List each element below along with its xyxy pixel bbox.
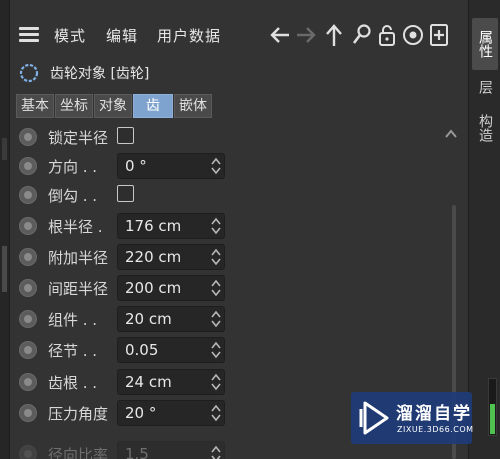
animate-toggle-icon[interactable] xyxy=(19,217,37,235)
spinner-arrows-icon[interactable] xyxy=(211,341,221,359)
property-label: 锁定半径 xyxy=(48,129,109,147)
animate-toggle-icon[interactable] xyxy=(19,404,37,422)
tab-teeth[interactable]: 齿 xyxy=(133,94,173,118)
spinner-arrows-icon[interactable] xyxy=(211,217,221,235)
property-field[interactable]: 220 cm xyxy=(117,244,225,270)
property-field[interactable]: 20 ° xyxy=(117,400,225,426)
object-header: 齿轮对象 [齿轮] xyxy=(10,60,468,86)
gear-icon xyxy=(19,63,39,83)
tab-object[interactable]: 对象 xyxy=(94,94,132,118)
tab-embed[interactable]: 嵌体 xyxy=(174,94,212,118)
animate-toggle-icon[interactable] xyxy=(19,186,37,204)
animate-toggle-icon[interactable] xyxy=(19,248,37,266)
property-row: 根半径 . 176 cm xyxy=(10,211,450,242)
property-label: 根半径 . xyxy=(48,218,103,236)
property-field[interactable]: 1.5 xyxy=(117,441,225,459)
tab-coordinates[interactable]: 坐标 xyxy=(55,94,93,118)
property-field[interactable]: 176 cm xyxy=(117,213,225,239)
side-tab-structure[interactable]: 构造 xyxy=(472,108,498,148)
property-value: 24 cm xyxy=(125,373,172,391)
property-field[interactable]: 0.05 xyxy=(117,337,225,363)
spinner-arrows-icon[interactable] xyxy=(211,404,221,422)
property-value: 0 ° xyxy=(125,157,147,175)
animate-toggle-icon[interactable] xyxy=(19,310,37,328)
property-field[interactable]: 200 cm xyxy=(117,275,225,301)
arrow-right-icon[interactable] xyxy=(294,22,318,48)
animate-toggle-icon[interactable] xyxy=(19,445,37,459)
animate-toggle-icon[interactable] xyxy=(19,128,37,146)
property-value: 1.5 xyxy=(125,445,149,459)
property-value: 220 cm xyxy=(125,248,182,266)
menu-bar: 模式 编辑 用户数据 xyxy=(10,16,468,54)
watermark-url: ZIXUE.3D66.COM xyxy=(397,425,474,434)
object-title: 齿轮对象 [齿轮] xyxy=(50,66,150,82)
property-value: 0.05 xyxy=(125,341,159,359)
property-value: 176 cm xyxy=(125,217,182,235)
property-label: 组件 . . xyxy=(48,311,98,329)
menu-mode[interactable]: 模式 xyxy=(54,25,86,46)
arrow-left-icon[interactable] xyxy=(268,22,292,48)
menu-edit[interactable]: 编辑 xyxy=(106,25,138,46)
side-tab-layers[interactable]: 层 xyxy=(472,76,498,98)
property-label: 方向 . . xyxy=(48,158,98,176)
spinner-arrows-icon[interactable] xyxy=(211,279,221,297)
property-value: 20 cm xyxy=(125,310,172,328)
property-label: 齿根 . . xyxy=(48,374,98,392)
property-label: 附加半径 xyxy=(48,249,109,267)
property-label: 间距半径 xyxy=(48,280,109,298)
property-label: 径节 . . xyxy=(48,342,98,360)
property-row: 径节 . . 0.05 xyxy=(10,335,450,366)
property-field[interactable]: 20 cm xyxy=(117,306,225,332)
spinner-arrows-icon[interactable] xyxy=(211,445,221,459)
animate-toggle-icon[interactable] xyxy=(19,341,37,359)
left-dock-strip xyxy=(0,0,10,459)
level-meter xyxy=(488,378,497,436)
watermark-logo: 溜溜自学 ZIXUE.3D66.COM xyxy=(351,392,474,444)
play-logo-icon xyxy=(357,399,391,437)
arrow-up-icon[interactable] xyxy=(322,22,346,48)
target-icon[interactable] xyxy=(401,22,425,48)
side-tab-attributes[interactable]: 属性 xyxy=(472,18,498,70)
property-value: 20 ° xyxy=(125,404,157,422)
property-label: 压力角度 xyxy=(48,405,109,423)
animate-toggle-icon[interactable] xyxy=(19,279,37,297)
property-field[interactable]: 24 cm xyxy=(117,369,225,395)
level-meter-fill xyxy=(490,404,495,434)
spinner-arrows-icon[interactable] xyxy=(211,373,221,391)
dock-marker-active[interactable] xyxy=(2,246,7,292)
property-tabs: 基本 坐标 对象 齿 嵌体 xyxy=(16,94,213,118)
property-checkbox[interactable] xyxy=(117,185,134,202)
property-row: 方向 . . 0 ° xyxy=(10,151,450,182)
attributes-panel: 模式 编辑 用户数据 齿轮对象 [齿轮] 基本 坐标 对象 齿 嵌体 锁定半径 … xyxy=(10,0,468,459)
search-icon[interactable] xyxy=(350,22,374,48)
property-row: 组件 . . 20 cm xyxy=(10,304,450,335)
property-row: 锁定半径 xyxy=(10,122,450,153)
property-value: 200 cm xyxy=(125,279,182,297)
property-checkbox[interactable] xyxy=(117,127,134,144)
property-row: 间距半径 200 cm xyxy=(10,273,450,304)
property-row: 倒勾 . . xyxy=(10,180,450,211)
dock-marker xyxy=(2,138,7,160)
property-field[interactable]: 0 ° xyxy=(117,153,225,179)
animate-toggle-icon[interactable] xyxy=(19,157,37,175)
watermark-name: 溜溜自学 xyxy=(396,404,472,424)
tab-basic[interactable]: 基本 xyxy=(16,94,54,118)
lock-icon[interactable] xyxy=(375,22,399,48)
spinner-arrows-icon[interactable] xyxy=(211,248,221,266)
spinner-arrows-icon[interactable] xyxy=(211,310,221,328)
animate-toggle-icon[interactable] xyxy=(19,373,37,391)
spinner-arrows-icon[interactable] xyxy=(211,157,221,175)
property-label: 径向比率 xyxy=(48,446,109,459)
property-row: 附加半径 220 cm xyxy=(10,242,450,273)
hamburger-menu-icon[interactable] xyxy=(19,27,39,43)
new-panel-icon[interactable] xyxy=(427,22,451,48)
property-label: 倒勾 . . xyxy=(48,187,98,205)
menu-user-data[interactable]: 用户数据 xyxy=(157,25,221,46)
